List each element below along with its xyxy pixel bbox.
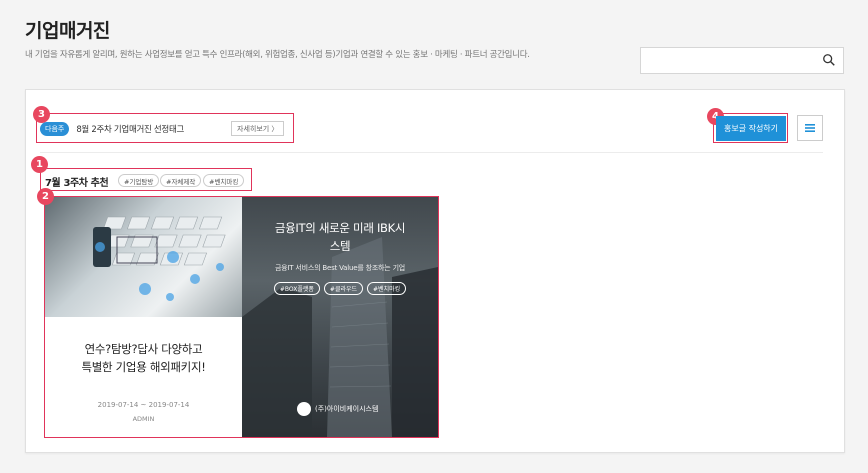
annotation-badge-2: 2	[37, 188, 54, 205]
notice-row: 다음주 8월 2주차 기업매거진 선정태그	[40, 119, 184, 139]
weekly-title: 7월 3주차 추천	[45, 178, 109, 189]
menu-icon	[805, 124, 815, 132]
weekly-tag[interactable]: #자체제작	[160, 174, 202, 187]
weekly-tag[interactable]: #기업탐방	[118, 174, 160, 187]
page-title: 기업매거진	[25, 20, 110, 42]
write-post-button[interactable]: 홍보글 작성하기	[716, 116, 786, 141]
highlight-cards	[44, 196, 439, 438]
divider	[40, 152, 823, 153]
more-button[interactable]: 자세히보기 〉	[231, 121, 285, 136]
next-week-badge: 다음주	[40, 122, 70, 136]
search-icon[interactable]	[822, 53, 836, 67]
notice-text: 8월 2주차 기업매거진 선정태그	[76, 125, 184, 135]
search-input[interactable]	[641, 48, 811, 73]
page-description: 내 기업을 자유롭게 알리며, 원하는 사업정보를 얻고 특수 인프라(해외, …	[25, 50, 530, 60]
weekly-tag[interactable]: #벤치마킹	[203, 174, 245, 187]
menu-button[interactable]	[797, 115, 823, 141]
annotation-badge-1: 1	[31, 156, 48, 173]
search-box	[640, 47, 844, 74]
